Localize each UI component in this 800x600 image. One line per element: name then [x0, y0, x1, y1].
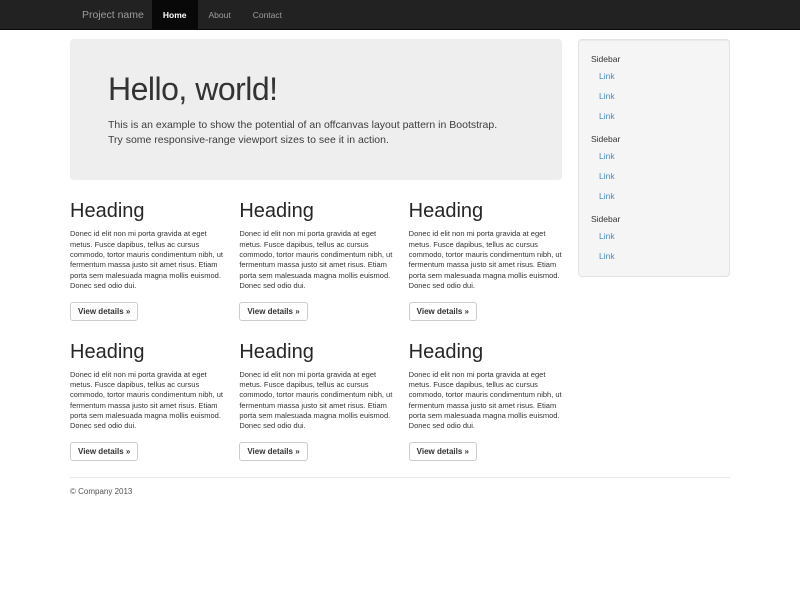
card-heading: Heading — [239, 341, 392, 364]
sidebar-link[interactable]: Link — [579, 106, 729, 126]
content-card-1: Heading Donec id elit non mi porta gravi… — [70, 180, 223, 320]
card-heading: Heading — [409, 200, 562, 223]
content-card-3: Heading Donec id elit non mi porta gravi… — [409, 180, 562, 320]
sidebar-group-1: Sidebar Link Link Link — [579, 46, 729, 126]
card-text: Donec id elit non mi porta gravida at eg… — [70, 229, 223, 291]
footer: © Company 2013 — [70, 477, 730, 536]
card-text: Donec id elit non mi porta gravida at eg… — [409, 370, 562, 432]
navbar-nav: Home About Contact — [152, 0, 293, 29]
view-details-button[interactable]: View details » — [239, 442, 307, 461]
content-card-6: Heading Donec id elit non mi porta gravi… — [409, 321, 562, 461]
sidebar-group-title: Sidebar — [579, 46, 729, 66]
sidebar-link[interactable]: Link — [579, 166, 729, 186]
page-container: Hello, world! This is an example to show… — [70, 30, 730, 536]
navbar-inner: Project name Home About Contact — [70, 0, 730, 29]
card-heading: Heading — [70, 341, 223, 364]
sidebar-link[interactable]: Link — [579, 146, 729, 166]
jumbotron-subtitle: This is an example to show the potential… — [108, 118, 506, 148]
content-row-2: Heading Donec id elit non mi porta gravi… — [70, 321, 562, 461]
nav-item-about[interactable]: About — [198, 0, 242, 29]
card-heading: Heading — [70, 200, 223, 223]
navbar: Project name Home About Contact — [0, 0, 800, 30]
view-details-button[interactable]: View details » — [70, 302, 138, 321]
card-text: Donec id elit non mi porta gravida at eg… — [239, 370, 392, 432]
main-column: Hello, world! This is an example to show… — [70, 30, 562, 461]
navbar-brand[interactable]: Project name — [70, 0, 152, 29]
sidebar-group-title: Sidebar — [579, 206, 729, 226]
view-details-button[interactable]: View details » — [409, 442, 477, 461]
sidebar-link[interactable]: Link — [579, 226, 729, 246]
sidebar-group-2: Sidebar Link Link Link — [579, 126, 729, 206]
sidebar-link[interactable]: Link — [579, 86, 729, 106]
sidebar-link[interactable]: Link — [579, 186, 729, 206]
card-text: Donec id elit non mi porta gravida at eg… — [409, 229, 562, 291]
content-row-1: Heading Donec id elit non mi porta gravi… — [70, 180, 562, 320]
content-card-2: Heading Donec id elit non mi porta gravi… — [239, 180, 392, 320]
layout-row: Hello, world! This is an example to show… — [70, 30, 730, 461]
sidebar: Sidebar Link Link Link Sidebar Link Link… — [578, 39, 730, 277]
nav-item-contact[interactable]: Contact — [242, 0, 293, 29]
sidebar-group-3: Sidebar Link Link — [579, 206, 729, 266]
content-card-5: Heading Donec id elit non mi porta gravi… — [239, 321, 392, 461]
view-details-button[interactable]: View details » — [70, 442, 138, 461]
card-heading: Heading — [409, 341, 562, 364]
jumbotron: Hello, world! This is an example to show… — [70, 39, 562, 180]
nav-item-home[interactable]: Home — [152, 0, 198, 29]
view-details-button[interactable]: View details » — [409, 302, 477, 321]
sidebar-link[interactable]: Link — [579, 66, 729, 86]
card-text: Donec id elit non mi porta gravida at eg… — [70, 370, 223, 432]
card-text: Donec id elit non mi porta gravida at eg… — [239, 229, 392, 291]
sidebar-group-title: Sidebar — [579, 126, 729, 146]
view-details-button[interactable]: View details » — [239, 302, 307, 321]
copyright-text: © Company 2013 — [70, 487, 730, 496]
page-title: Hello, world! — [108, 71, 524, 108]
card-heading: Heading — [239, 200, 392, 223]
sidebar-link[interactable]: Link — [579, 246, 729, 266]
content-card-4: Heading Donec id elit non mi porta gravi… — [70, 321, 223, 461]
